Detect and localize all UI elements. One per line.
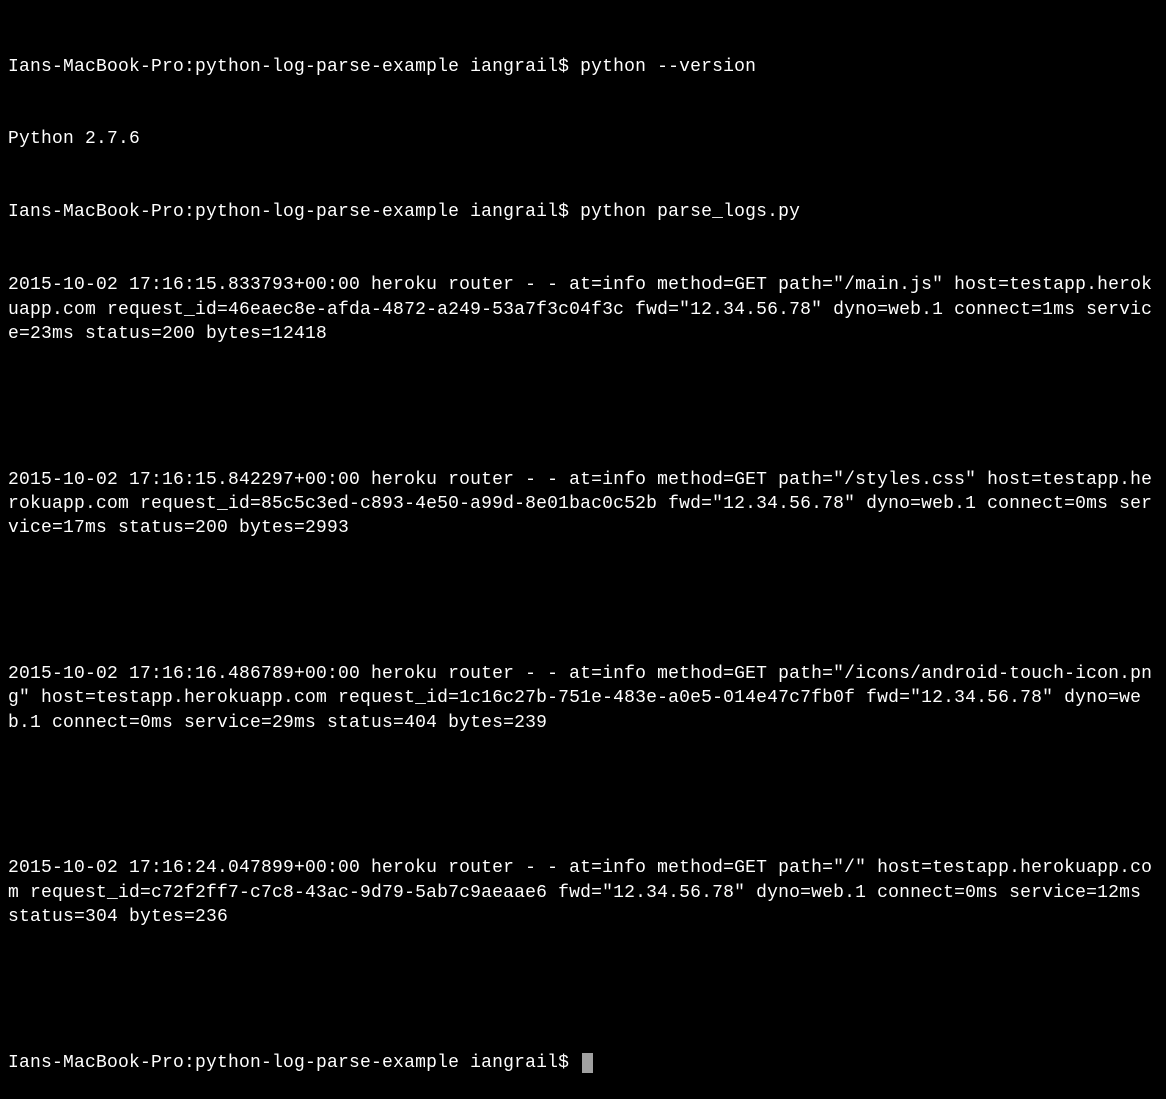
log-entry-4: 2015-10-02 17:16:24.047899+00:00 heroku … xyxy=(8,856,1158,929)
log-entry-3: 2015-10-02 17:16:16.486789+00:00 heroku … xyxy=(8,662,1158,735)
output-python-version: Python 2.7.6 xyxy=(8,127,1158,151)
blank-line xyxy=(8,978,1158,1002)
blank-line xyxy=(8,589,1158,613)
log-entry-1: 2015-10-02 17:16:15.833793+00:00 heroku … xyxy=(8,273,1158,346)
blank-line xyxy=(8,784,1158,808)
command-line-active[interactable]: Ians-MacBook-Pro:python-log-parse-exampl… xyxy=(8,1051,1158,1075)
command-line-1: Ians-MacBook-Pro:python-log-parse-exampl… xyxy=(8,55,1158,79)
blank-line xyxy=(8,395,1158,419)
command-text: python parse_logs.py xyxy=(580,202,800,222)
command-text: python --version xyxy=(580,57,756,77)
prompt: Ians-MacBook-Pro:python-log-parse-exampl… xyxy=(8,1053,580,1073)
command-line-2: Ians-MacBook-Pro:python-log-parse-exampl… xyxy=(8,200,1158,224)
log-entry-2: 2015-10-02 17:16:15.842297+00:00 heroku … xyxy=(8,468,1158,541)
cursor-icon xyxy=(582,1053,593,1073)
prompt: Ians-MacBook-Pro:python-log-parse-exampl… xyxy=(8,57,580,77)
prompt: Ians-MacBook-Pro:python-log-parse-exampl… xyxy=(8,202,580,222)
terminal[interactable]: Ians-MacBook-Pro:python-log-parse-exampl… xyxy=(8,6,1158,1099)
